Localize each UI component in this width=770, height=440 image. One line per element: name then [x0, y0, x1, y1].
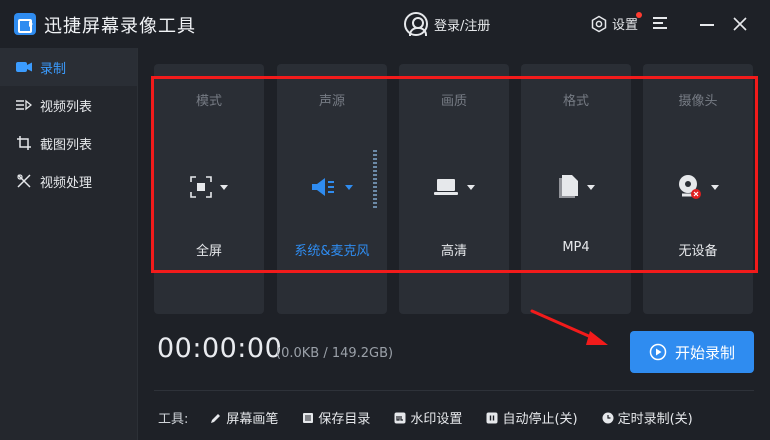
app-logo-icon	[14, 13, 36, 35]
tool-label: 水印设置	[410, 412, 463, 427]
pen-icon	[211, 413, 221, 423]
sidebar-item-record[interactable]: 录制	[0, 48, 137, 86]
recording-size: (0.0KB / 149.2GB)	[276, 346, 394, 361]
close-icon[interactable]	[732, 16, 748, 32]
auto-stop-button[interactable]: 自动停止(关)	[486, 408, 578, 427]
tool-label: 保存目录	[318, 412, 371, 427]
sidebar-item-video-processing[interactable]: 视频处理	[0, 162, 137, 200]
recording-timer: 00:00:00	[157, 333, 283, 364]
clock-icon	[602, 412, 614, 423]
app-title: 迅捷屏幕录像工具	[44, 16, 196, 37]
arrow-annotation	[530, 309, 608, 345]
tool-label: 屏幕画笔	[226, 412, 279, 427]
save-directory-button[interactable]: 保存目录	[302, 408, 370, 427]
tool-label: 定时录制(关)	[617, 412, 693, 427]
login-button[interactable]: 登录/注册	[404, 12, 490, 36]
settings-button[interactable]: 设置	[590, 12, 642, 33]
title-bar: 迅捷屏幕录像工具 登录/注册 设置	[0, 0, 770, 48]
sidebar-item-video-list[interactable]: 视频列表	[0, 86, 137, 124]
camera-icon	[16, 59, 32, 75]
highlight-frame	[151, 76, 758, 273]
sidebar-item-label: 录制	[40, 61, 67, 77]
sidebar-item-label: 视频列表	[40, 99, 93, 115]
sidebar-item-label: 截图列表	[40, 137, 93, 153]
divider	[154, 390, 754, 391]
settings-label: 设置	[612, 18, 639, 33]
pause-icon	[486, 412, 498, 423]
minimize-icon[interactable]	[700, 24, 714, 26]
sidebar: 录制 视频列表 截图列表 视频处理	[0, 48, 138, 440]
sidebar-item-screenshot-list[interactable]: 截图列表	[0, 124, 137, 162]
tools-icon	[16, 173, 32, 189]
tools-label: 工具:	[158, 412, 189, 427]
start-recording-label: 开始录制	[674, 343, 735, 362]
screenshot-icon	[16, 135, 32, 151]
watermark-icon	[394, 412, 406, 423]
tool-label: 自动停止(关)	[502, 412, 578, 427]
login-label: 登录/注册	[434, 18, 491, 34]
folder-icon	[303, 412, 314, 423]
sidebar-item-label: 视频处理	[40, 175, 93, 191]
play-icon	[649, 343, 667, 361]
screen-pen-button[interactable]: 屏幕画笔	[210, 408, 278, 427]
list-icon	[16, 97, 32, 113]
notification-dot	[636, 12, 642, 18]
start-recording-button[interactable]: 开始录制	[630, 331, 754, 373]
menu-icon[interactable]	[653, 17, 667, 29]
gear-icon	[591, 15, 607, 32]
user-icon	[404, 12, 428, 36]
watermark-settings-button[interactable]: 水印设置	[394, 408, 462, 427]
tools-bar: 工具: 屏幕画笔 保存目录 水印设置 自动停止(关) 定时录制(关)	[158, 408, 717, 427]
scheduled-recording-button[interactable]: 定时录制(关)	[602, 408, 693, 427]
